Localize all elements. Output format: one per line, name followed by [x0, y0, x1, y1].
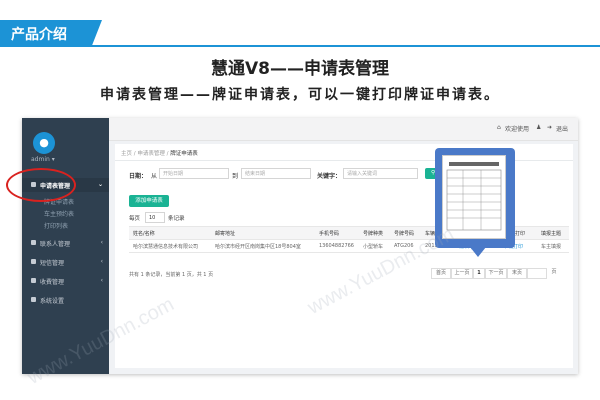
- sidebar-item-fees[interactable]: 收費管理 ‹: [22, 274, 109, 288]
- keyword-label: 关键字：: [317, 173, 342, 180]
- sidebar-item-label: 收費管理: [40, 279, 65, 286]
- logout-link[interactable]: 退出: [556, 124, 568, 133]
- table-cell: 小型轿车: [363, 244, 384, 250]
- sidebar-subitem-print[interactable]: 打印列表: [44, 221, 68, 230]
- sidebar-item-label: 联系人管理: [40, 241, 71, 248]
- chevron-left-icon: ‹: [100, 239, 103, 246]
- column-header: 号牌号码: [394, 231, 415, 237]
- start-date-input[interactable]: 开始日期: [159, 168, 229, 179]
- form-preview-lines: [446, 162, 502, 231]
- table-cell: 车主填报: [541, 244, 562, 250]
- chevron-left-icon: ‹: [100, 258, 103, 265]
- table-cell: 哈尔滨市经开区南岗集中区18号804室: [215, 244, 301, 250]
- section-tag-label: 产品介绍: [11, 27, 67, 43]
- page-current[interactable]: 1: [473, 268, 485, 279]
- envelope-icon: [31, 259, 36, 264]
- form-preview-pointer: [470, 247, 486, 257]
- highlight-ellipse: [6, 168, 76, 202]
- page-prev[interactable]: 上一页: [451, 268, 473, 279]
- slide-subtitle: 申请表管理——牌证申请表，可以一键打印牌证申请表。: [100, 87, 500, 103]
- page-size-prefix: 每页: [129, 216, 141, 222]
- form-preview-paper: [442, 155, 506, 239]
- page-suffix: 页: [551, 269, 557, 275]
- breadcrumb-home[interactable]: 主页: [121, 151, 132, 157]
- chevron-down-icon: ⌄: [97, 181, 103, 188]
- column-header: 号牌种类: [363, 231, 384, 237]
- column-header: 姓名/名称: [133, 231, 155, 237]
- gear-icon: [31, 297, 36, 302]
- record-info: 共有 1 条记录，当前第 1 页，共 1 页: [129, 272, 214, 278]
- section-tag: 产品介绍: [0, 20, 102, 46]
- column-header: 邮寄地址: [215, 231, 236, 237]
- page-jump-input[interactable]: [527, 268, 547, 279]
- user-icon: [31, 240, 36, 245]
- sidebar-item-label: 短信管理: [40, 260, 65, 267]
- table-cell: 13604882766: [319, 243, 354, 249]
- keyword-input[interactable]: 请输入关键词: [343, 168, 418, 179]
- welcome-text: 欢迎使用: [505, 126, 530, 133]
- date-label: 日期：: [129, 173, 148, 180]
- table-cell: 哈尔滨慧通信息技术有限公司: [133, 244, 199, 250]
- page-last[interactable]: 末页: [507, 268, 527, 279]
- to-label: 到: [232, 173, 239, 180]
- add-application-button[interactable]: 添加申请表: [129, 195, 169, 207]
- user-menu[interactable]: admin ▾: [31, 156, 55, 163]
- home-icon: ⌂: [497, 124, 501, 131]
- avatar[interactable]: ●: [33, 132, 55, 154]
- page-next[interactable]: 下一页: [485, 268, 507, 279]
- sidebar-item-label: 系统设置: [40, 298, 65, 305]
- breadcrumb-section[interactable]: 申请表管理: [137, 151, 165, 157]
- chevron-left-icon: ‹: [100, 277, 103, 284]
- sidebar-item-contacts[interactable]: 联系人管理 ‹: [22, 236, 109, 250]
- page-size-suffix: 条记录: [168, 216, 185, 222]
- breadcrumb-current: 牌证申请表: [170, 151, 198, 157]
- sidebar-item-sms[interactable]: 短信管理 ‹: [22, 255, 109, 269]
- header-divider: [0, 45, 600, 47]
- sidebar-subitem-booking[interactable]: 车主预约表: [44, 209, 74, 218]
- column-header: 填报主题: [541, 231, 562, 237]
- page-first[interactable]: 首页: [431, 268, 451, 279]
- sidebar-item-settings[interactable]: 系统设置: [22, 293, 109, 307]
- user-icon[interactable]: ♟: [536, 124, 541, 131]
- end-date-input[interactable]: 结束日期: [241, 168, 311, 179]
- from-label: 从: [151, 173, 158, 180]
- money-icon: [31, 278, 36, 283]
- column-header: 手机号码: [319, 231, 340, 237]
- column-header: 打印: [515, 231, 526, 237]
- slide-title: 慧通V8——申请表管理: [211, 59, 389, 79]
- logout-icon[interactable]: ➜: [547, 124, 552, 131]
- top-bar: ⌂ 欢迎使用 ♟ ➜ 退出: [109, 118, 578, 141]
- breadcrumb: 主页 / 申请表管理 / 牌证申请表: [121, 151, 198, 157]
- page-size-select[interactable]: 10: [145, 212, 165, 223]
